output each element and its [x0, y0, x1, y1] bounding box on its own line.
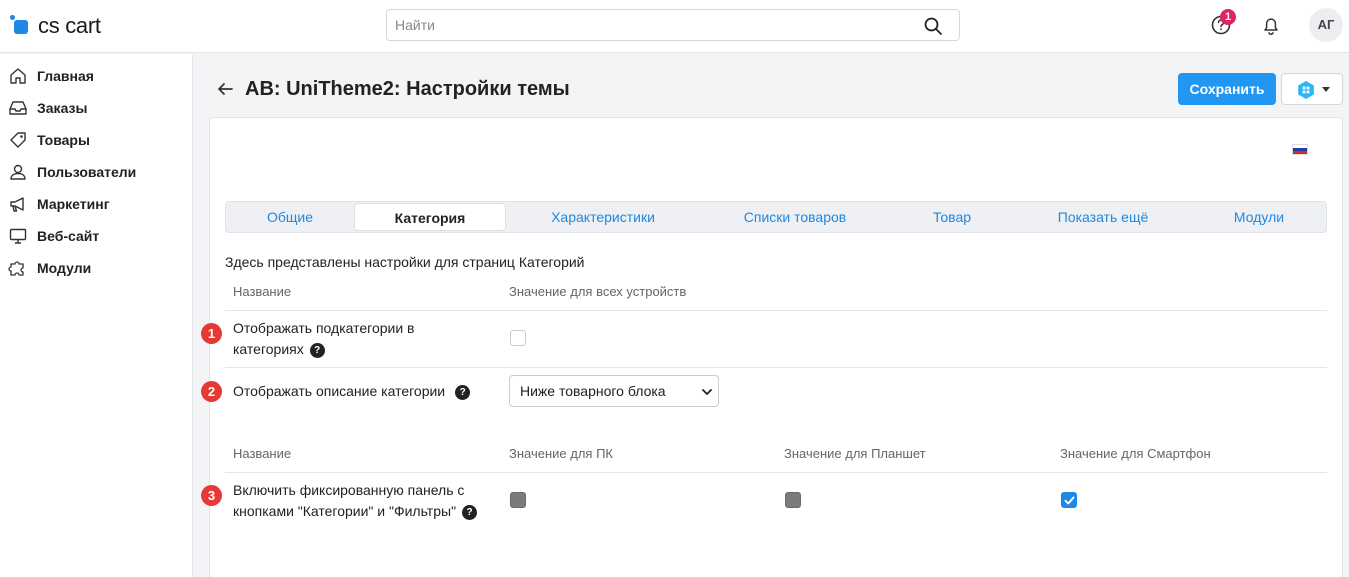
column-header-name: Название [233, 284, 292, 299]
column-header-all-devices: Значение для всех устройств [509, 284, 687, 299]
sidebar-item-label: Веб-сайт [37, 228, 100, 244]
tag-icon [10, 132, 26, 148]
divider [225, 367, 1327, 368]
sidebar-item-modules[interactable]: Модули [8, 256, 91, 280]
column-header-name: Название [233, 446, 292, 461]
search-input[interactable] [387, 10, 907, 40]
help-icon[interactable]: ? [462, 504, 478, 520]
tabs-bar: Общие Категория Характеристики Списки то… [225, 201, 1327, 233]
home-icon [10, 68, 26, 84]
search-icon[interactable] [923, 16, 943, 36]
sidebar-item-label: Главная [37, 68, 94, 84]
step-marker: 1 [201, 323, 222, 344]
save-button[interactable]: Сохранить [1178, 73, 1276, 105]
back-arrow-icon[interactable] [216, 80, 234, 98]
column-header-tablet: Значение для Планшет [784, 446, 926, 461]
chevron-down-icon [1322, 87, 1330, 92]
logo[interactable]: cs cart [10, 12, 101, 40]
sidebar-item-label: Модули [37, 260, 92, 276]
section-description: Здесь представлены настройки для страниц… [225, 254, 585, 270]
fixed-panel-pc-checkbox[interactable] [510, 492, 526, 508]
column-header-smartphone: Значение для Смартфон [1060, 446, 1211, 461]
fixed-panel-smartphone-checkbox[interactable] [1061, 492, 1077, 508]
sidebar-item-label: Товары [37, 132, 90, 148]
step-marker: 2 [201, 381, 222, 402]
sidebar: Главная Заказы Товары Пользователи Марке… [0, 54, 193, 577]
sidebar-item-products[interactable]: Товары [8, 128, 90, 152]
tab-category[interactable]: Категория [354, 203, 506, 231]
tab-general[interactable]: Общие [226, 203, 354, 231]
sidebar-item-label: Пользователи [37, 164, 137, 180]
fixed-panel-tablet-checkbox[interactable] [785, 492, 801, 508]
user-icon [10, 164, 26, 180]
sidebar-item-orders[interactable]: Заказы [8, 96, 87, 120]
logo-icon [10, 14, 34, 38]
setting-label-fixed-panel: Включить фиксированную панель с кнопками… [233, 480, 495, 522]
sidebar-item-home[interactable]: Главная [8, 64, 94, 88]
tab-features[interactable]: Характеристики [506, 203, 700, 231]
category-description-select[interactable]: Ниже товарного блока [509, 375, 719, 407]
tab-modules[interactable]: Модули [1192, 203, 1326, 231]
bell-icon[interactable] [1258, 12, 1284, 38]
sidebar-item-label: Заказы [37, 100, 88, 116]
avatar[interactable]: АГ [1309, 8, 1343, 42]
page-title: AB: UniTheme2: Настройки темы [245, 78, 570, 100]
help-icon[interactable]: ? [309, 342, 325, 358]
sidebar-item-users[interactable]: Пользователи [8, 160, 136, 184]
monitor-icon [9, 228, 27, 244]
divider [225, 472, 1327, 473]
megaphone-icon [10, 197, 24, 212]
divider [225, 310, 1327, 311]
inbox-icon [9, 101, 27, 115]
search-box [386, 9, 960, 41]
notification-badge: 1 [1220, 9, 1236, 25]
sidebar-item-website[interactable]: Веб-сайт [8, 224, 99, 248]
help-icon[interactable]: ? [455, 384, 471, 400]
tools-dropdown-button[interactable] [1281, 73, 1343, 105]
logo-text: cs cart [38, 13, 101, 38]
puzzle-icon [8, 261, 24, 276]
setting-label-category-description: Отображать описание категории? [233, 381, 471, 402]
sidebar-item-marketing[interactable]: Маркетинг [8, 192, 110, 216]
top-bar: cs cart 1 АГ [0, 0, 1349, 53]
step-marker: 3 [201, 485, 222, 506]
setting-label-show-subcategories: Отображать подкатегории в категориях? [233, 320, 415, 358]
column-header-pc: Значение для ПК [509, 446, 613, 461]
checkmark-icon [1064, 496, 1075, 505]
language-flag-ru-icon[interactable] [1292, 144, 1308, 155]
tab-show-more[interactable]: Показать ещё [1014, 203, 1192, 231]
show-subcategories-checkbox[interactable] [510, 330, 526, 346]
settings-gear-icon [1298, 81, 1314, 99]
tab-product[interactable]: Товар [890, 203, 1014, 231]
sidebar-item-label: Маркетинг [37, 196, 110, 212]
chevron-down-icon [702, 389, 712, 395]
tab-product-lists[interactable]: Списки товаров [700, 203, 890, 231]
